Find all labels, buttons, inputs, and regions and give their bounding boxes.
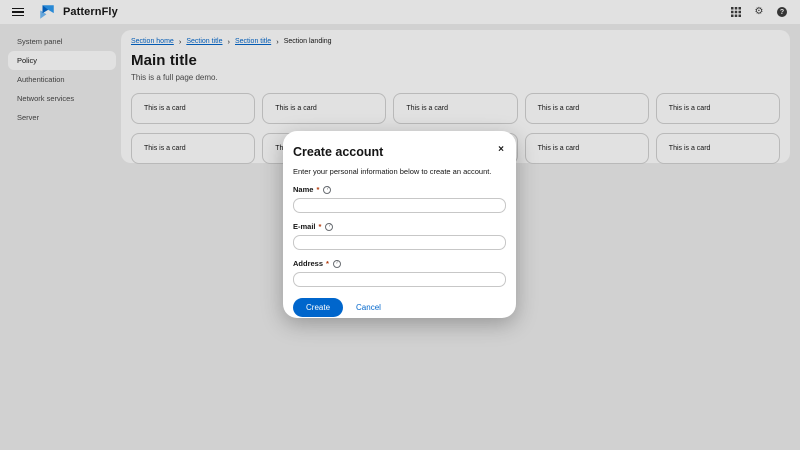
question-circle-icon[interactable]: ? — [325, 223, 333, 231]
required-indicator: * — [319, 222, 322, 231]
required-indicator: * — [316, 185, 319, 194]
address-field-label: Address — [293, 259, 323, 268]
close-icon[interactable]: × — [496, 145, 506, 155]
form-group-email: E-mail * ? — [293, 222, 506, 250]
name-field-label: Name — [293, 185, 313, 194]
email-field-label: E-mail — [293, 222, 316, 231]
form-group-address: Address * ? — [293, 259, 506, 287]
name-field[interactable] — [293, 198, 506, 213]
modal-title: Create account — [293, 145, 383, 159]
question-circle-icon[interactable]: ? — [323, 186, 331, 194]
cancel-button[interactable]: Cancel — [356, 303, 381, 312]
create-button[interactable]: Create — [293, 298, 343, 317]
create-account-modal: Create account × Enter your personal inf… — [283, 131, 516, 318]
required-indicator: * — [326, 259, 329, 268]
question-circle-icon[interactable]: ? — [333, 260, 341, 268]
address-field[interactable] — [293, 272, 506, 287]
form-group-name: Name * ? — [293, 185, 506, 213]
modal-description: Enter your personal information below to… — [293, 167, 506, 176]
email-field[interactable] — [293, 235, 506, 250]
